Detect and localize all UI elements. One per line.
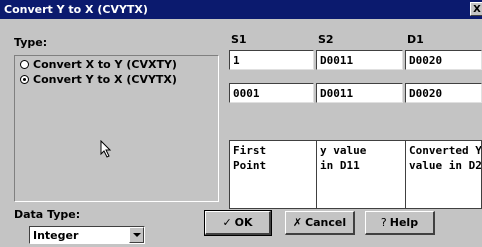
window-title: Convert Y to X (CVYTX) [4, 3, 148, 16]
s2-description: y value in D11 [316, 140, 406, 209]
question-icon: ? [380, 216, 387, 229]
s2-input[interactable]: D0011 [316, 50, 403, 70]
cancel-label: Cancel [305, 216, 347, 229]
dialog-body: Type: Convert X to Y (CVXTY) Convert Y t… [0, 19, 482, 247]
dropdown-arrow-icon[interactable] [129, 227, 144, 243]
data-type-label: Data Type: [14, 208, 81, 221]
mouse-pointer-icon [100, 140, 112, 158]
d1-description: Converted Y value in D2 [405, 140, 482, 209]
type-label: Type: [14, 36, 48, 49]
radio-convert-x-to-y[interactable]: Convert X to Y (CVXTY) [20, 58, 177, 71]
checkmark-icon: ✓ [222, 216, 232, 229]
radio-label: Convert X to Y (CVXTY) [33, 58, 177, 71]
column-s2: S2 [318, 33, 334, 46]
data-type-value: Integer [33, 229, 79, 242]
radio-on-icon [20, 75, 29, 84]
help-button[interactable]: ? Help [365, 211, 435, 235]
d1-value-field: D0020 [405, 83, 482, 103]
help-label: Help [389, 216, 419, 229]
ok-label: OK [234, 216, 253, 229]
s2-value-field: D0011 [316, 83, 403, 103]
d1-input[interactable]: D0020 [405, 50, 482, 70]
radio-off-icon [20, 60, 29, 69]
title-bar: Convert Y to X (CVYTX) X [0, 0, 482, 19]
radio-label: Convert Y to X (CVYTX) [33, 73, 177, 86]
data-type-select[interactable]: Integer [29, 226, 145, 244]
ok-button[interactable]: ✓ OK [204, 210, 272, 236]
s1-description: First Point [229, 140, 317, 209]
s1-input[interactable]: 1 [229, 50, 314, 70]
column-s1: S1 [231, 33, 247, 46]
x-mark-icon: ✗ [292, 216, 303, 229]
column-d1: D1 [407, 33, 424, 46]
cancel-button[interactable]: ✗ Cancel [285, 211, 355, 235]
close-button[interactable]: X [470, 2, 482, 16]
s1-value-field: 0001 [229, 83, 314, 103]
radio-convert-y-to-x[interactable]: Convert Y to X (CVYTX) [20, 73, 177, 86]
